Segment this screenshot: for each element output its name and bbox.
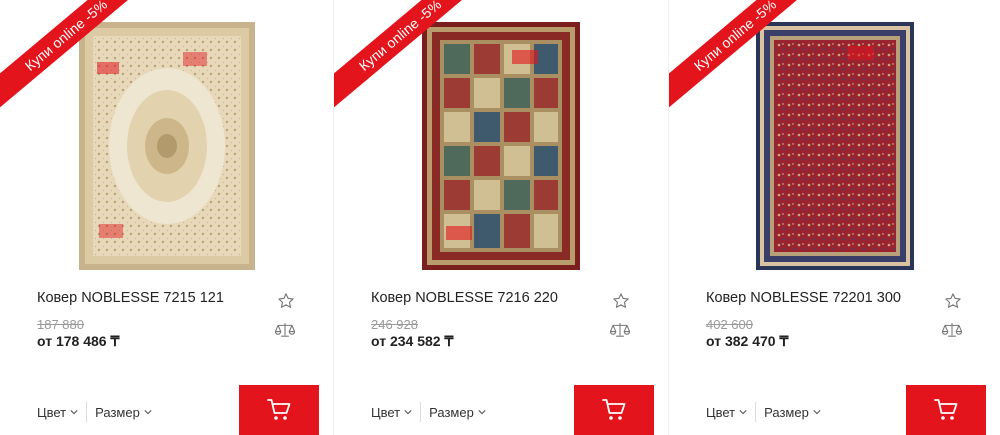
old-price: 187 880 xyxy=(37,317,84,332)
size-select-label: Размер xyxy=(95,404,140,420)
color-select-label: Цвет xyxy=(37,404,67,420)
product-image[interactable] xyxy=(755,22,914,270)
chevron-down-icon xyxy=(478,410,486,415)
size-select[interactable]: Размер xyxy=(429,405,486,420)
chevron-down-icon xyxy=(144,410,152,415)
cart-icon xyxy=(602,399,626,420)
chevron-down-icon xyxy=(70,410,78,415)
product-options: Цвет Размер xyxy=(37,402,152,422)
product-title[interactable]: Ковер NOBLESSE 7215 121 xyxy=(37,290,224,306)
size-select[interactable]: Размер xyxy=(764,405,821,420)
cart-icon xyxy=(267,399,291,420)
old-price: 402 600 xyxy=(706,317,753,332)
product-card[interactable]: Купи online -5% xyxy=(669,0,1000,435)
product-grid: Купи online -5% Ковер NOBLESSE 7215 121 … xyxy=(0,0,1000,435)
size-select-label: Размер xyxy=(429,404,474,420)
color-select-label: Цвет xyxy=(706,404,736,420)
scales-icon[interactable] xyxy=(942,321,962,339)
price: от 382 470 ₸ xyxy=(706,333,789,349)
chevron-down-icon xyxy=(739,410,747,415)
chevron-down-icon xyxy=(404,410,412,415)
product-title[interactable]: Ковер NOBLESSE 72201 300 xyxy=(706,290,901,306)
scales-icon[interactable] xyxy=(610,321,630,339)
star-icon[interactable] xyxy=(944,292,962,310)
chevron-down-icon xyxy=(813,410,821,415)
product-card[interactable]: Купи online -5% xyxy=(0,0,333,435)
star-icon[interactable] xyxy=(612,292,630,310)
color-select[interactable]: Цвет xyxy=(706,405,747,420)
cart-icon xyxy=(934,399,958,420)
color-select-label: Цвет xyxy=(371,404,401,420)
rug-image xyxy=(755,22,914,270)
price: от 234 582 ₸ xyxy=(371,333,454,349)
product-options: Цвет Размер xyxy=(706,402,821,422)
scales-icon[interactable] xyxy=(275,321,295,339)
product-options: Цвет Размер xyxy=(371,402,486,422)
add-to-cart-button[interactable] xyxy=(574,385,654,435)
color-select[interactable]: Цвет xyxy=(371,405,412,420)
add-to-cart-button[interactable] xyxy=(906,385,986,435)
add-to-cart-button[interactable] xyxy=(239,385,319,435)
price: от 178 486 ₸ xyxy=(37,333,120,349)
product-card[interactable]: Купи online -5% xyxy=(334,0,668,435)
size-select[interactable]: Размер xyxy=(95,405,152,420)
product-image[interactable] xyxy=(78,22,255,270)
rug-image xyxy=(78,22,255,270)
color-select[interactable]: Цвет xyxy=(37,405,78,420)
product-title[interactable]: Ковер NOBLESSE 7216 220 xyxy=(371,290,558,306)
divider xyxy=(755,402,757,422)
old-price: 246 928 xyxy=(371,317,418,332)
size-select-label: Размер xyxy=(764,404,809,420)
divider xyxy=(86,402,88,422)
rug-image xyxy=(422,22,580,270)
divider xyxy=(420,402,422,422)
star-icon[interactable] xyxy=(277,292,295,310)
product-image[interactable] xyxy=(422,22,580,270)
